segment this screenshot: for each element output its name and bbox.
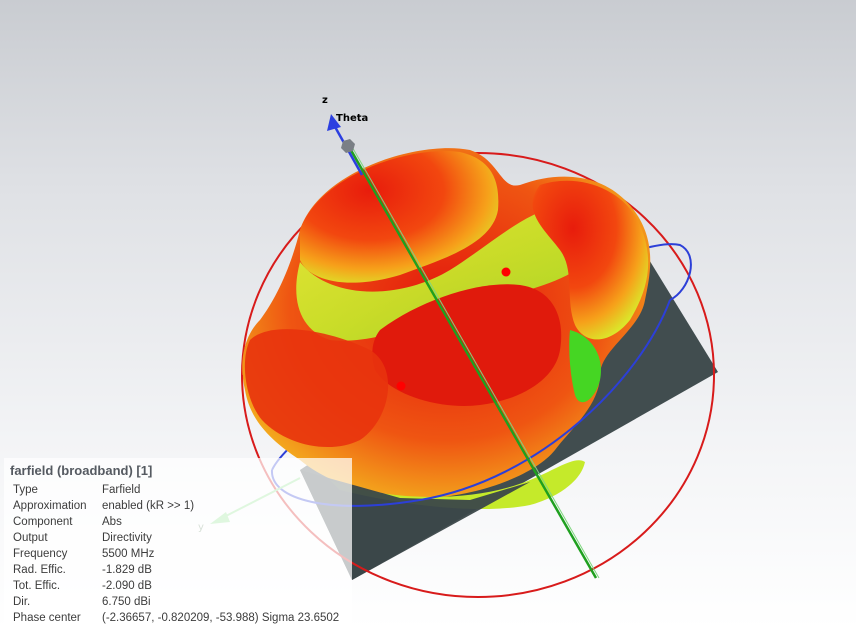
info-key: Component [13, 516, 73, 528]
info-key: Output [13, 532, 48, 544]
info-panel-title: farfield (broadband) [1] [10, 463, 153, 478]
info-value: (-2.36657, -0.820209, -53.988) Sigma 23.… [102, 612, 340, 624]
theta-label: Theta [336, 113, 369, 124]
info-key: Frequency [13, 548, 68, 560]
farfield-info-panel: farfield (broadband) [1] Type Farfield A… [4, 458, 352, 629]
info-key: Phase center [13, 612, 81, 624]
z-axis-label: z [322, 95, 328, 106]
directivity-pattern[interactable] [242, 148, 651, 510]
info-key: Approximation [13, 500, 87, 512]
info-value: Abs [102, 516, 122, 528]
info-value: enabled (kR >> 1) [102, 500, 195, 512]
info-key: Dir. [13, 596, 31, 608]
info-key: Type [13, 484, 38, 496]
max-marker-lower[interactable] [396, 381, 406, 391]
info-value: -2.090 dB [102, 580, 152, 592]
info-value: 6.750 dBi [102, 596, 151, 608]
max-marker-upper[interactable] [501, 267, 511, 277]
info-value: -1.829 dB [102, 564, 152, 576]
info-value: 5500 MHz [102, 548, 155, 560]
info-value: Directivity [102, 532, 152, 544]
theta-marker[interactable] [341, 139, 355, 153]
info-key: Tot. Effic. [13, 580, 61, 592]
info-value: Farfield [102, 484, 141, 496]
info-key: Rad. Effic. [13, 564, 66, 576]
